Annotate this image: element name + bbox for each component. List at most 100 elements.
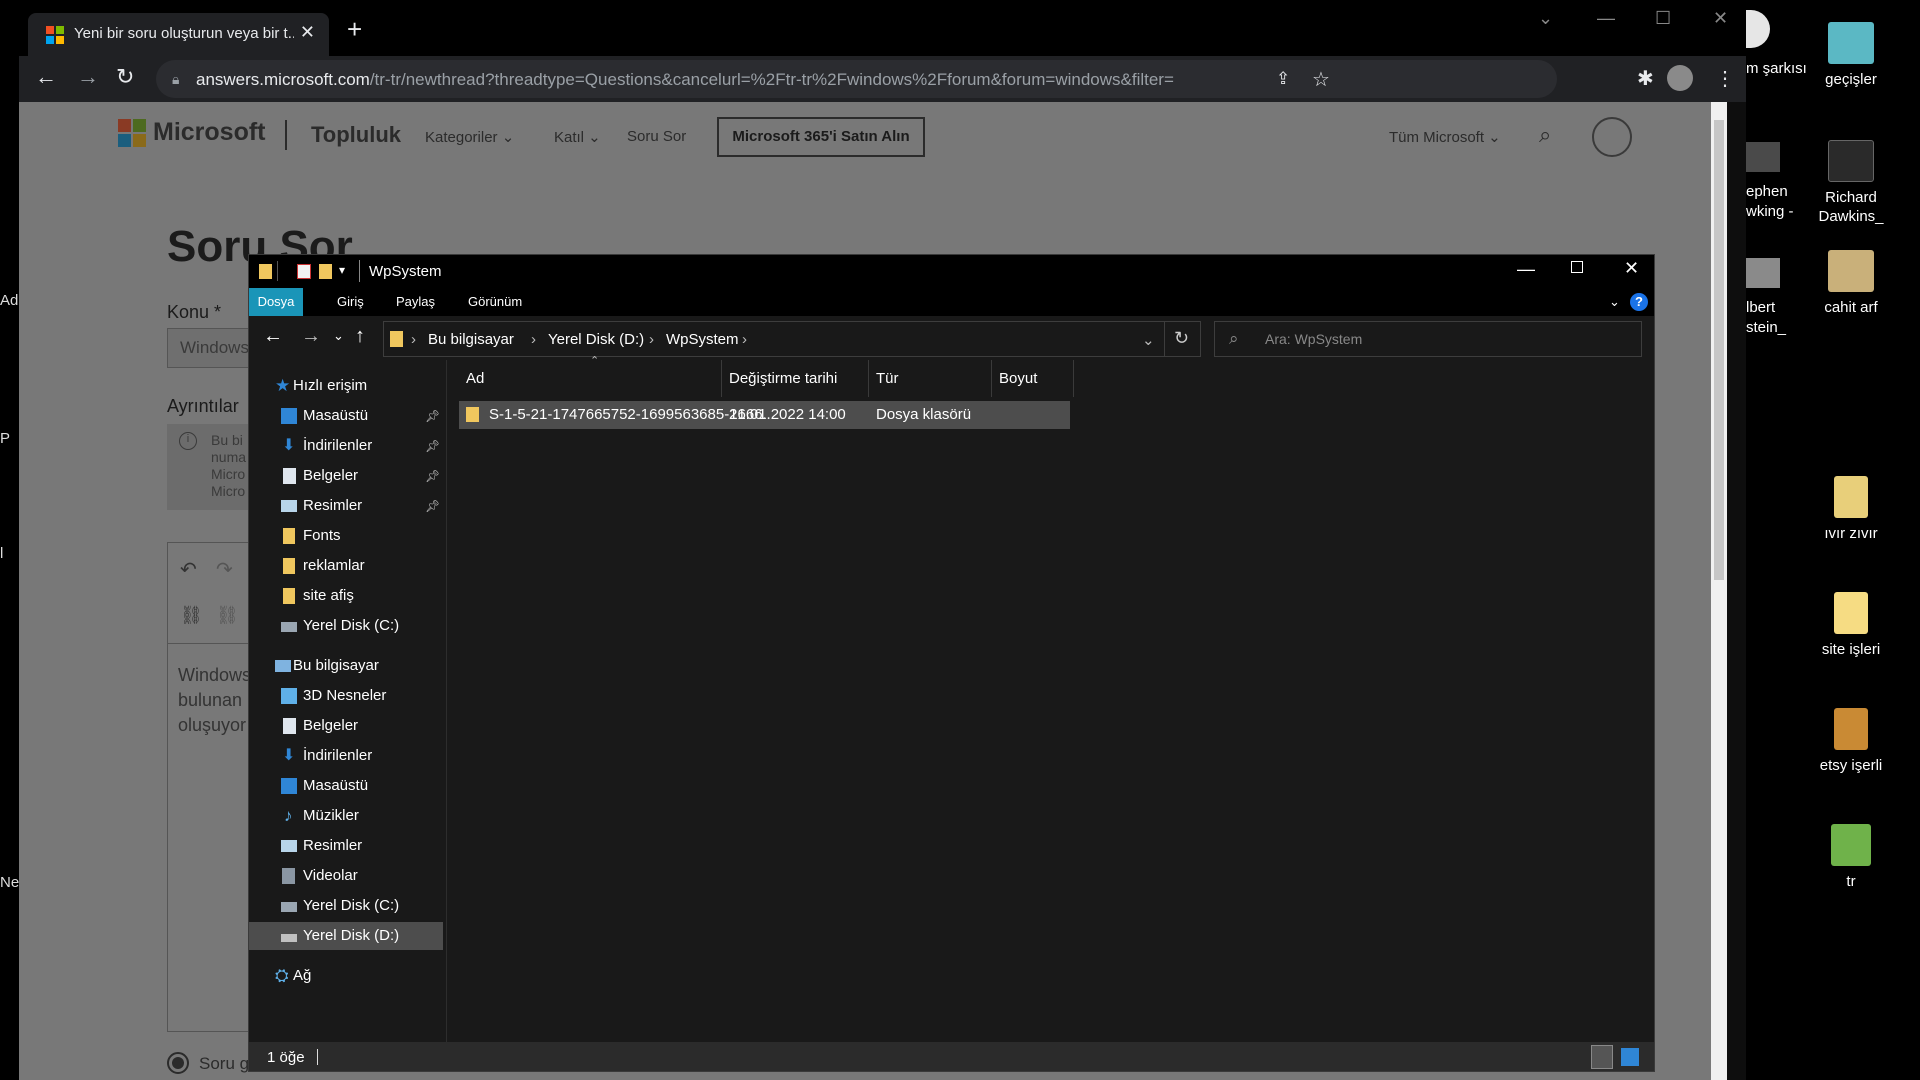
explorer-search-input[interactable]: ⌕ Ara: WpSystem <box>1214 321 1642 357</box>
nav-3d-nesneler[interactable]: 3D Nesneler <box>249 682 443 710</box>
desktop-icon-label: stein_ <box>1746 319 1787 336</box>
quick-access-toolbar-dropdown-icon[interactable]: ▾ <box>339 263 345 277</box>
new-tab-button[interactable]: + <box>347 16 362 42</box>
undo-icon[interactable]: ↶ <box>180 557 197 582</box>
file-name: S-1-5-21-1747665752-1699563685-1666... <box>489 406 769 423</box>
link-icon[interactable]: ⛓ <box>180 605 203 626</box>
extensions-icon[interactable]: ✱ <box>1637 66 1654 91</box>
page-scrollbar-thumb[interactable] <box>1714 120 1724 580</box>
nav-this-pc[interactable]: Bu bilgisayar <box>249 652 443 680</box>
desktop-icon-site-isleri[interactable]: site işleri <box>1796 592 1906 659</box>
minimize-icon[interactable]: — <box>1597 8 1615 29</box>
large-icons-view-icon[interactable] <box>1621 1048 1639 1066</box>
browser-tab-active[interactable]: Yeni bir soru oluşturun veya bir t... ✕ <box>28 13 329 56</box>
recent-locations-chevron-icon[interactable]: ⌄ <box>333 328 344 344</box>
nav-yerel-disk-c-quick[interactable]: Yerel Disk (C:) <box>249 612 443 640</box>
column-header-type[interactable]: Tür <box>869 360 992 397</box>
breadcrumb-yerel-disk-d[interactable]: Yerel Disk (D:) <box>548 331 644 348</box>
nav-quick-access[interactable]: ★ Hızlı erişim <box>249 372 443 400</box>
menu-kebab-icon[interactable]: ⋮ <box>1715 66 1735 91</box>
column-header-date[interactable]: Değiştirme tarihi <box>722 360 869 397</box>
nav-kategoriler[interactable]: Kategoriler ⌄ <box>425 128 514 146</box>
explorer-address-bar[interactable]: › Bu bilgisayar › Yerel Disk (D:) › WpSy… <box>383 321 1201 357</box>
video-thumbnail-icon <box>1746 258 1780 288</box>
tab-paylas[interactable]: Paylaş <box>396 288 435 316</box>
ribbon-expand-chevron-icon[interactable]: ⌄ <box>1609 294 1620 310</box>
download-arrow-icon: ⬇ <box>282 437 296 454</box>
nav-indirilenler-pc[interactable]: ⬇ İndirilenler <box>249 742 443 770</box>
column-header-name[interactable]: Ad <box>459 360 722 397</box>
breadcrumb-bu-bilgisayar[interactable]: Bu bilgisayar <box>428 331 514 348</box>
search-icon[interactable]: ⌕ <box>1539 122 1551 148</box>
nav-resimler[interactable]: Resimler 📌︎ <box>249 492 443 520</box>
folder-icon <box>466 407 479 422</box>
nav-muzikler[interactable]: ♪ Müzikler <box>249 802 443 830</box>
bookmark-star-icon[interactable]: ☆ <box>1312 67 1330 92</box>
nav-indirilenler[interactable]: ⬇ İndirilenler 📌︎ <box>249 432 443 460</box>
question-radio[interactable] <box>167 1052 189 1074</box>
nav-masaustu-pc[interactable]: Masaüstü <box>249 772 443 800</box>
nav-fonts[interactable]: Fonts <box>249 522 443 550</box>
properties-icon[interactable] <box>297 264 311 279</box>
desktop-icon-label: cahit arf <box>1824 299 1878 316</box>
up-arrow-icon[interactable]: ↑ <box>355 325 365 348</box>
maximize-icon[interactable] <box>1571 261 1583 273</box>
video-file-icon <box>1828 250 1874 292</box>
desktop-partial-label: P <box>0 430 11 447</box>
nav-katil[interactable]: Katıl ⌄ <box>554 128 601 146</box>
details-view-icon[interactable] <box>1591 1045 1613 1069</box>
nav-yerel-disk-c[interactable]: Yerel Disk (C:) <box>249 892 443 920</box>
tab-search-icon[interactable]: ⌄ <box>1538 8 1553 29</box>
nav-yerel-disk-d[interactable]: Yerel Disk (D:) <box>249 922 443 950</box>
back-arrow-icon[interactable]: ← <box>263 325 283 348</box>
address-dropdown-chevron-icon[interactable]: ⌄ <box>1142 331 1155 349</box>
maximize-icon[interactable]: ☐ <box>1655 8 1671 29</box>
tab-gorunum[interactable]: Görünüm <box>468 288 522 316</box>
minimize-icon[interactable]: — <box>1517 259 1535 280</box>
table-row[interactable]: S-1-5-21-1747665752-1699563685-1666... 2… <box>459 401 1070 429</box>
back-arrow-icon[interactable]: ← <box>35 64 57 90</box>
desktop-icon-cahit-arf[interactable]: cahit arf <box>1796 250 1906 317</box>
microsoft-favicon-icon <box>46 26 64 44</box>
buy-microsoft-365-button[interactable]: Microsoft 365'i Satın Alın <box>717 117 925 157</box>
tab-dosya[interactable]: Dosya <box>249 288 303 316</box>
profile-avatar-icon[interactable] <box>1667 65 1693 91</box>
nav-reklamlar[interactable]: reklamlar <box>249 552 443 580</box>
nav-soru-sor[interactable]: Soru Sor <box>627 128 686 145</box>
tab-close-icon[interactable]: ✕ <box>300 22 315 43</box>
share-icon[interactable]: ⇪ <box>1276 69 1290 89</box>
nav-belgeler[interactable]: Belgeler 📌︎ <box>249 462 443 490</box>
nav-resimler-pc[interactable]: Resimler <box>249 832 443 860</box>
desktop-icon-tr[interactable]: tr <box>1796 824 1906 891</box>
address-bar[interactable]: 🔒︎ answers.microsoft.com/tr-tr/newthread… <box>156 60 1557 98</box>
nav-videolar[interactable]: Videolar <box>249 862 443 890</box>
user-avatar-icon[interactable] <box>1592 117 1632 157</box>
nav-site-afis[interactable]: site afiş <box>249 582 443 610</box>
drive-icon <box>281 622 297 632</box>
desktop-icon-etsy-iserli[interactable]: etsy işerli <box>1796 708 1906 775</box>
redo-icon[interactable]: ↷ <box>216 557 233 582</box>
microsoft-wordmark[interactable]: Microsoft <box>153 118 266 147</box>
desktop-icon-ivir-zivir[interactable]: ıvır zıvır <box>1796 476 1906 543</box>
nav-masaustu[interactable]: Masaüstü 📌︎ <box>249 402 443 430</box>
breadcrumb-wpsystem[interactable]: WpSystem <box>666 331 739 348</box>
all-microsoft-menu[interactable]: Tüm Microsoft ⌄ <box>1389 128 1501 146</box>
column-header-size[interactable]: Boyut <box>992 360 1074 397</box>
desktop-icon-gecisler[interactable]: geçişler <box>1796 22 1906 89</box>
close-icon[interactable]: ✕ <box>1713 8 1728 29</box>
forward-arrow-icon[interactable]: → <box>301 325 321 348</box>
desktop-icon-richard-dawkins[interactable]: Richard Dawkins_ <box>1796 140 1906 226</box>
help-icon[interactable]: ? <box>1630 293 1648 311</box>
unlink-icon[interactable]: ⛓ <box>216 605 239 626</box>
refresh-icon[interactable]: ↻ <box>1174 328 1189 349</box>
community-link[interactable]: Topluluk <box>311 122 401 148</box>
reload-icon[interactable]: ↻ <box>116 64 134 90</box>
nav-network[interactable]: ⛭ Ağ <box>249 962 443 990</box>
page-scrollbar[interactable] <box>1711 102 1727 1080</box>
new-folder-icon[interactable] <box>319 264 332 279</box>
nav-belgeler-pc[interactable]: Belgeler <box>249 712 443 740</box>
close-icon[interactable]: ✕ <box>1624 258 1639 279</box>
microsoft-logo-icon[interactable] <box>118 119 146 147</box>
tab-giris[interactable]: Giriş <box>337 288 364 316</box>
forward-arrow-icon[interactable]: → <box>77 64 99 90</box>
